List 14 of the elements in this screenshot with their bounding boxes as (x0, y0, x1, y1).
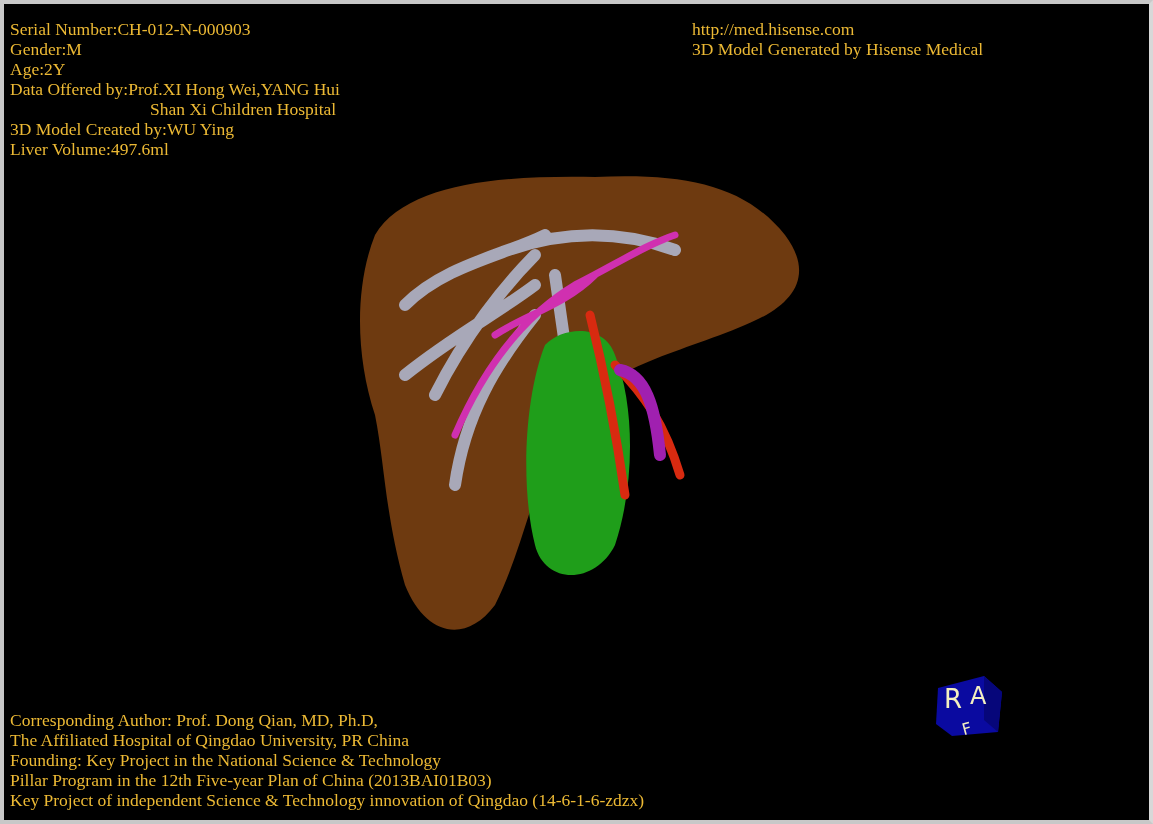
credit-text: Key Project of independent Science & Technology innovation of Qingdao (14-6-1-6-zdzx) (10, 790, 645, 810)
info-text: http://med.hisense.com (692, 19, 856, 39)
credit-text: Founding: Key Project in the National Science & Technology (10, 750, 442, 770)
info-text: Serial Number:CH-012-N-000903 (10, 19, 252, 39)
info-text: 3D Model Generated by Hisense Medical (692, 39, 985, 59)
info-text: Liver Volume:497.6ml (10, 139, 170, 159)
info-text: Gender:M (10, 39, 83, 59)
credit-text: Pillar Program in the 12th Five-year Plan of China (2013BAI01B03) (10, 770, 493, 790)
credit-text: The Affiliated Hospital of Qingdao University, PR China (10, 730, 411, 750)
info-text: Data Offered by:Prof.XI Hong Wei,YANG Hui (10, 79, 341, 99)
info-text: Age:2Y (10, 59, 67, 79)
credit-text: Corresponding Author: Prof. Dong Qian, MD, Ph.D, (10, 710, 379, 730)
info-text: Shan Xi Children Hospital (149, 99, 338, 119)
info-text: 3D Model Created by:WU Ying (10, 119, 235, 139)
